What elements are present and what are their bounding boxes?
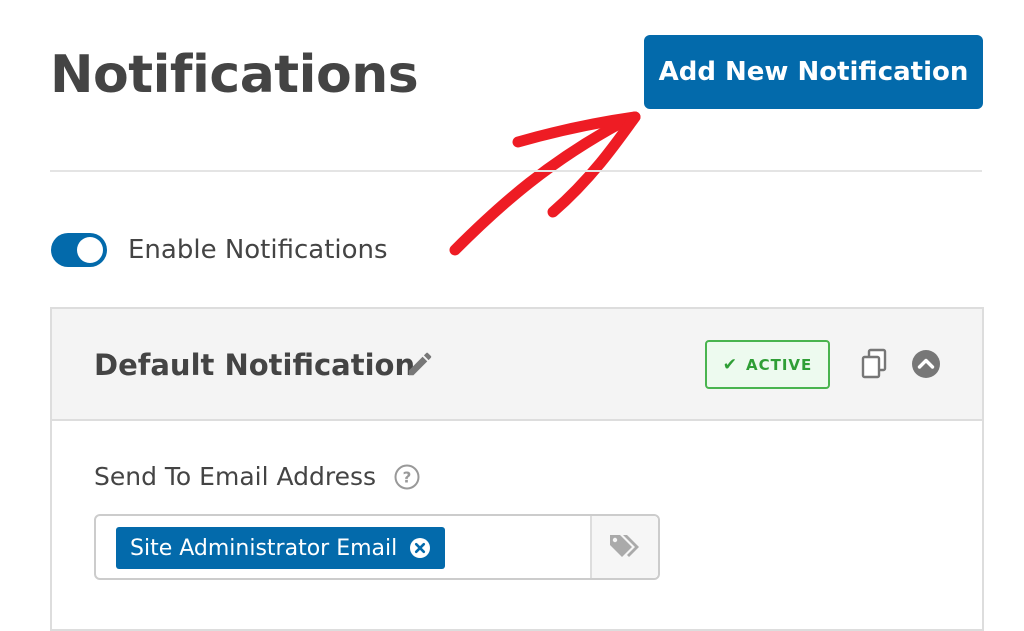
notification-panel: Default Notification ✔ ACTIVE Send To Em… <box>50 307 984 631</box>
page-title: Notifications <box>50 45 419 105</box>
recipient-chip-label: Site Administrator Email <box>130 535 398 561</box>
send-to-email-label: Send To Email Address <box>94 462 377 491</box>
notification-title: Default Notification <box>94 348 416 382</box>
copy-icon[interactable] <box>858 347 892 381</box>
chevron-up-circle-icon[interactable] <box>911 349 941 379</box>
close-circle-icon[interactable] <box>409 537 431 559</box>
pencil-icon[interactable] <box>405 349 435 379</box>
tags-icon <box>610 535 639 557</box>
question-mark-circle-icon[interactable]: ? <box>394 464 420 490</box>
smart-tags-button[interactable] <box>590 516 658 578</box>
status-label: ACTIVE <box>745 355 813 374</box>
add-new-notification-button[interactable]: Add New Notification <box>644 35 983 109</box>
red-arrow-icon <box>449 111 641 256</box>
recipient-chip: Site Administrator Email <box>116 527 446 569</box>
enable-notifications-label: Enable Notifications <box>128 235 388 265</box>
send-to-email-field[interactable]: Site Administrator Email <box>94 514 660 580</box>
checkmark-icon: ✔ <box>722 354 738 375</box>
enable-notifications-toggle[interactable] <box>51 233 107 267</box>
toggle-knob <box>77 237 103 263</box>
divider <box>50 170 982 172</box>
status-badge: ✔ ACTIVE <box>705 340 830 389</box>
notification-panel-header[interactable]: Default Notification ✔ ACTIVE <box>52 309 982 421</box>
svg-text:?: ? <box>403 469 412 487</box>
